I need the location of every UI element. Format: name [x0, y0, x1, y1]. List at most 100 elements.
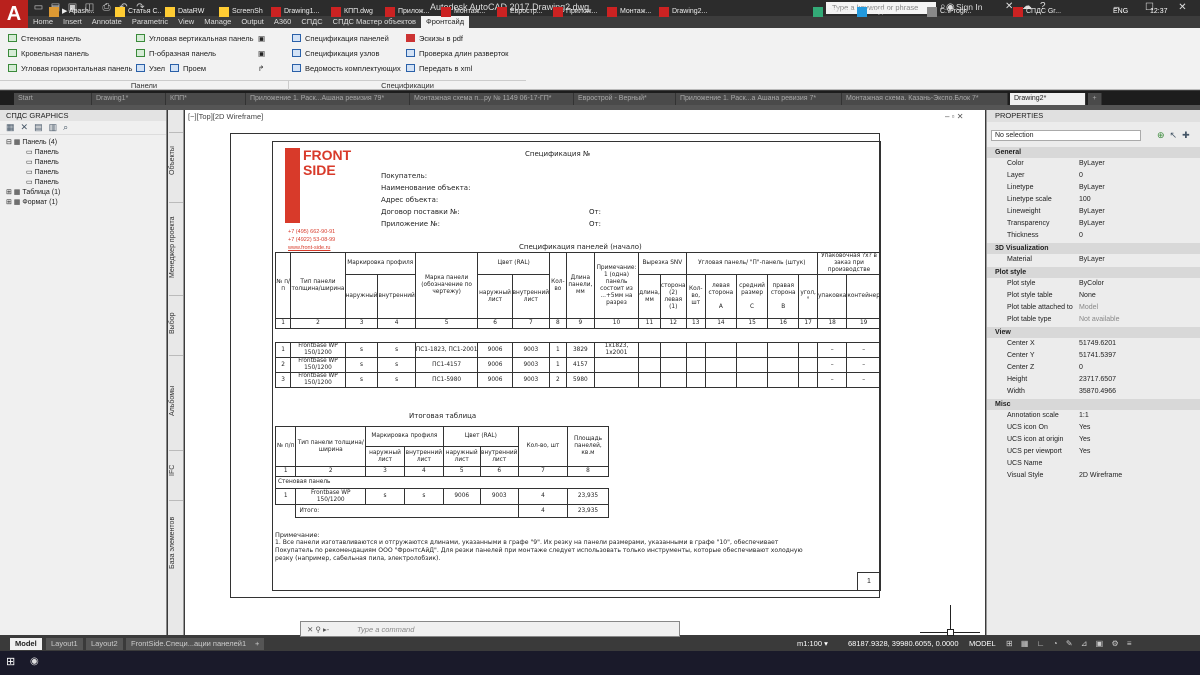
- file-tab[interactable]: Приложение 1. Раск...а Ашана ревизия 7*: [676, 93, 842, 105]
- taskbar-item[interactable]: ScreenSh: [218, 3, 268, 21]
- property-section[interactable]: 3D Visualization: [987, 243, 1200, 254]
- property-row[interactable]: Plot table type Not available: [987, 314, 1200, 326]
- taskbar-item[interactable]: Монтаж...: [440, 3, 494, 21]
- property-section[interactable]: Misc: [987, 399, 1200, 410]
- quick-select-icon[interactable]: ⊕: [1157, 130, 1165, 141]
- side-tab-selection[interactable]: Выбор: [169, 295, 183, 351]
- file-tab[interactable]: Drawing1*: [92, 93, 166, 105]
- components-list-button[interactable]: Ведомость комплектующих: [292, 64, 401, 73]
- file-tab[interactable]: Монтажная схема. Казань-Экспо.Блок 7*: [842, 93, 1008, 105]
- property-row[interactable]: Visual Style 2D Wireframe: [987, 470, 1200, 482]
- taskbar-item[interactable]: КПП.dwg: [330, 3, 382, 21]
- file-tab[interactable]: КПП*: [166, 93, 246, 105]
- property-row[interactable]: Annotation scale 1:1: [987, 410, 1200, 422]
- add-layout-icon[interactable]: +: [250, 638, 265, 650]
- filter-icon[interactable]: ▥: [49, 122, 58, 133]
- file-tab[interactable]: Монтажная схема п...ру № 1149 06-17-ГП*: [410, 93, 574, 105]
- taskbar-item[interactable]: DataRW: [164, 3, 216, 21]
- chrome-icon[interactable]: ◉: [30, 656, 39, 667]
- pickadd-icon[interactable]: ✚: [1182, 130, 1190, 141]
- taskbar-item[interactable]: ▶ Apash...: [48, 3, 112, 21]
- grid-icon[interactable]: ▦: [6, 122, 15, 133]
- file-tab[interactable]: Приложение 1. Раск...Ашана ревизия 79*: [246, 93, 410, 105]
- corner-vertical-panel-button[interactable]: Угловая вертикальная панель: [136, 34, 254, 43]
- u-panel-button[interactable]: П-образная панель: [136, 49, 216, 58]
- app-menu-button[interactable]: A: [0, 0, 28, 28]
- tree-leaf[interactable]: ▭ Панель: [0, 168, 166, 178]
- tree-node[interactable]: ⊟ ▦ Панель (4): [0, 138, 166, 148]
- properties-icon[interactable]: ▤: [34, 122, 43, 133]
- pdf-sketch-button[interactable]: Эскизы в pdf: [406, 34, 463, 43]
- panel-spec-button[interactable]: Спецификация панелей: [292, 34, 389, 43]
- select-objects-icon[interactable]: ↖: [1170, 130, 1178, 141]
- property-row[interactable]: UCS per viewport Yes: [987, 446, 1200, 458]
- taskbar-item[interactable]: Drawing2...: [658, 3, 718, 21]
- property-section[interactable]: General: [987, 147, 1200, 158]
- side-tab-objects[interactable]: Объекты: [169, 132, 183, 188]
- command-input[interactable]: Type a command: [357, 625, 414, 634]
- property-row[interactable]: Thickness 0: [987, 230, 1200, 242]
- start-icon[interactable]: ⊞: [6, 655, 15, 668]
- file-tab[interactable]: Еврострой - Верный*: [574, 93, 676, 105]
- model-space-toggle[interactable]: MODEL: [969, 639, 996, 648]
- command-line[interactable]: ✕ ⚲ ▸- Type a command: [300, 621, 680, 637]
- property-row[interactable]: Height 23717.6507: [987, 374, 1200, 386]
- taskbar-item[interactable]: СПДС Gr...: [1012, 3, 1062, 21]
- selection-dropdown[interactable]: No selection: [991, 130, 1141, 141]
- node-spec-button[interactable]: Спецификация узлов: [292, 49, 379, 58]
- node-button[interactable]: Узел: [136, 64, 165, 73]
- wall-panel-button[interactable]: Стеновая панель: [8, 34, 81, 43]
- opening-button[interactable]: Проем: [170, 64, 206, 73]
- property-row[interactable]: UCS Name: [987, 458, 1200, 470]
- tree-leaf[interactable]: ▭ Панель: [0, 148, 166, 158]
- scale-selector[interactable]: m1:100 ▾: [797, 639, 828, 648]
- property-row[interactable]: Center X 51749.6201: [987, 338, 1200, 350]
- taskbar-item[interactable]: Прилож...: [384, 3, 438, 21]
- tab-layout2[interactable]: Layout2: [86, 638, 123, 650]
- export-xml-button[interactable]: Передать в xml: [406, 64, 472, 73]
- side-tab-elements-base[interactable]: База элементов: [169, 500, 183, 584]
- property-row[interactable]: Plot table attached to Model: [987, 302, 1200, 314]
- tool-icon-1[interactable]: ▣: [258, 34, 265, 43]
- property-row[interactable]: Center Y 51741.5397: [987, 350, 1200, 362]
- corner-horizontal-panel-button[interactable]: Угловая горизонтальная панель: [8, 64, 132, 73]
- close-icon[interactable]: ✕: [1166, 0, 1199, 15]
- delete-icon[interactable]: ✕: [21, 122, 29, 133]
- tab-model[interactable]: Model: [10, 638, 42, 650]
- find-icon[interactable]: ⌕: [63, 122, 68, 133]
- language-indicator[interactable]: ENG: [1113, 3, 1128, 21]
- property-row[interactable]: UCS icon at origin Yes: [987, 434, 1200, 446]
- taskbar-item[interactable]: Skype: [856, 3, 896, 21]
- roof-panel-button[interactable]: Кровельная панель: [8, 49, 89, 58]
- property-section[interactable]: View: [987, 327, 1200, 338]
- drawing-viewport[interactable]: [−][Top][2D Wireframe] – ▫ ✕ FRONT SIDE +…: [185, 110, 985, 636]
- property-row[interactable]: Width 35870.4966: [987, 386, 1200, 398]
- property-row[interactable]: Linetype scale 100: [987, 194, 1200, 206]
- tab-layout-frontside[interactable]: FrontSide.Специ...ации панелей1: [126, 638, 252, 650]
- property-row[interactable]: Plot style ByColor: [987, 278, 1200, 290]
- taskbar-item[interactable]: Прилож...: [552, 3, 604, 21]
- taskbar-item[interactable]: Статья С...: [114, 3, 162, 21]
- side-tab-ifc[interactable]: IFC: [169, 450, 183, 490]
- tree-leaf[interactable]: ▭ Панель: [0, 178, 166, 188]
- property-row[interactable]: Plot style table None: [987, 290, 1200, 302]
- taskbar-item[interactable]: IDM x64: [812, 3, 852, 21]
- taskbar-item[interactable]: Евростр...: [496, 3, 550, 21]
- check-lengths-button[interactable]: Проверка длин разверток: [406, 49, 508, 58]
- viewport-label[interactable]: [−][Top][2D Wireframe]: [188, 112, 263, 121]
- file-tab-active[interactable]: Drawing2*: [1010, 93, 1086, 105]
- property-row[interactable]: Lineweight ByLayer: [987, 206, 1200, 218]
- tree-leaf[interactable]: ▭ Панель: [0, 158, 166, 168]
- taskbar-item[interactable]: Drawing1...: [270, 3, 328, 21]
- new-icon[interactable]: ▭: [32, 1, 45, 14]
- property-row[interactable]: Color ByLayer: [987, 158, 1200, 170]
- property-row[interactable]: Layer 0: [987, 170, 1200, 182]
- command-close-icon[interactable]: ✕ ⚲ ▸-: [307, 622, 329, 637]
- status-bar-icons[interactable]: ⊞ ▦ ∟ ◔ ✎ ⊿ ▣ ⚙ ≡: [1006, 639, 1135, 648]
- property-row[interactable]: Transparency ByLayer: [987, 218, 1200, 230]
- viewport-controls[interactable]: – ▫ ✕: [945, 112, 963, 121]
- tree-node[interactable]: ⊞ ▦ Таблица (1): [0, 188, 166, 198]
- tree-node[interactable]: ⊞ ▦ Формат (1): [0, 198, 166, 208]
- property-row[interactable]: Center Z 0: [987, 362, 1200, 374]
- side-tab-project-manager[interactable]: Менеджер проекта: [169, 202, 183, 292]
